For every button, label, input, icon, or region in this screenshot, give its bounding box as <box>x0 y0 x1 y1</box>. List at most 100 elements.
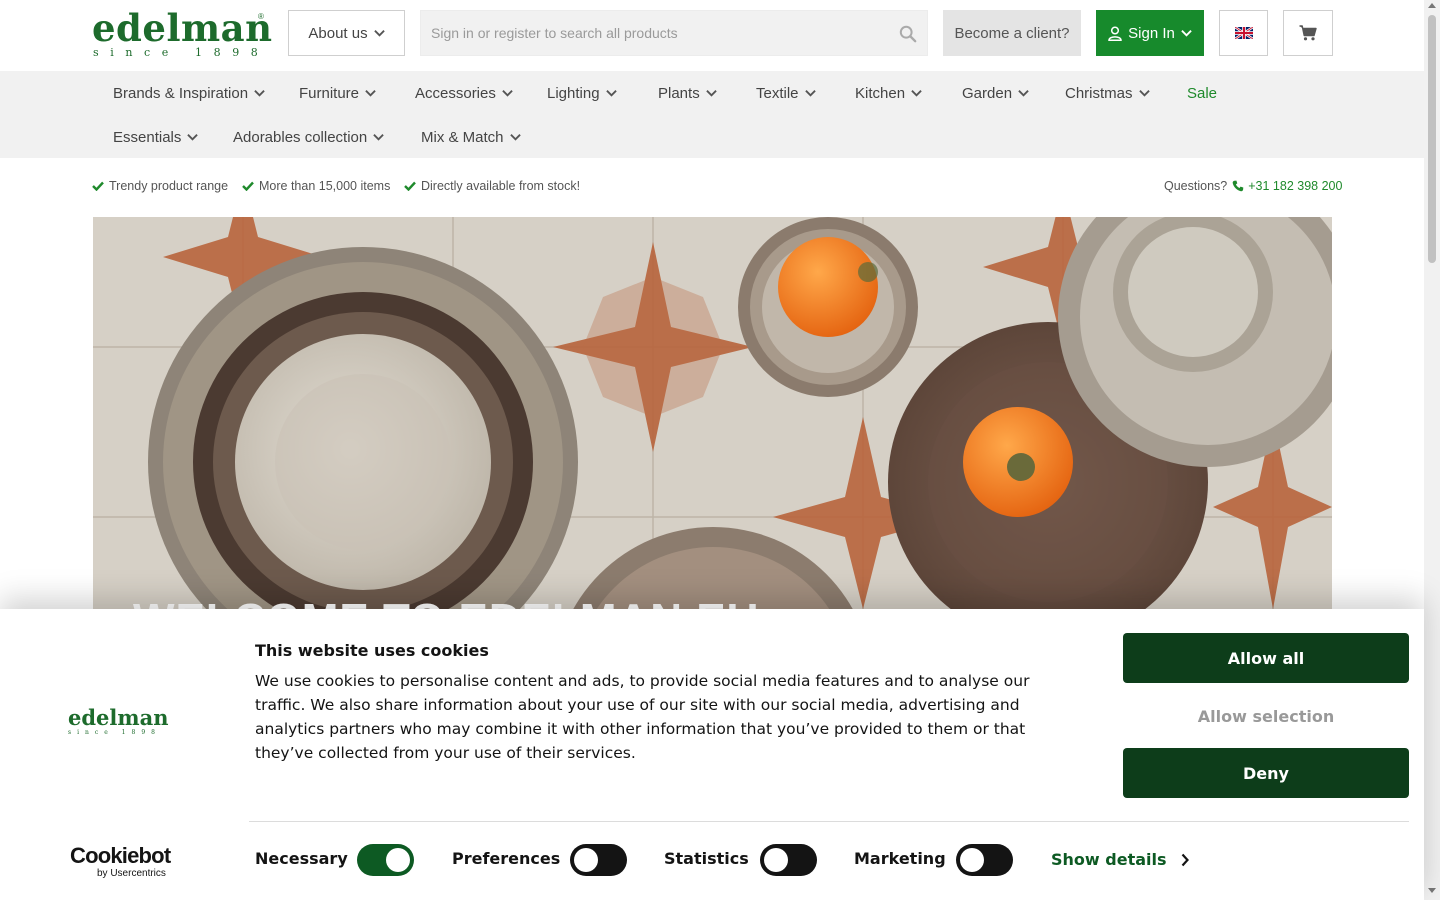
chevron-down-icon <box>509 134 521 141</box>
chevron-down-icon <box>705 90 717 97</box>
deny-button[interactable]: Deny <box>1123 748 1409 798</box>
toggle-knob <box>764 848 788 872</box>
usp-label: More than 15,000 items <box>259 179 391 193</box>
cart-icon <box>1299 25 1317 41</box>
search-icon[interactable] <box>899 25 917 43</box>
scroll-down-arrow-icon[interactable] <box>1428 888 1436 893</box>
chevron-down-icon <box>605 90 617 97</box>
preferences-toggle[interactable] <box>570 844 627 876</box>
cookie-logo-wordmark: edelman <box>68 705 169 730</box>
hero-banner[interactable]: WELCOME TO EDELMAN.EU <box>93 217 1332 609</box>
logo-since: since 1898 <box>93 46 270 59</box>
nav-item-label: Essentials <box>113 128 182 146</box>
sign-in-label: Sign In <box>1128 24 1175 42</box>
hero-title: WELCOME TO EDELMAN.EU <box>133 595 759 609</box>
language-button[interactable] <box>1219 10 1268 56</box>
allow-all-button[interactable]: Allow all <box>1123 633 1409 683</box>
cookie-title: This website uses cookies <box>255 641 489 660</box>
usp-item: Trendy product range <box>92 179 228 193</box>
statistics-label: Statistics <box>664 849 749 868</box>
allow-selection-button[interactable]: Allow selection <box>1123 691 1409 741</box>
page-scrollbar[interactable] <box>1424 0 1440 900</box>
cookie-banner: edelman since 1898 This website uses coo… <box>0 609 1424 900</box>
scrollbar-thumb[interactable] <box>1428 15 1436 263</box>
nav-item-label: Textile <box>756 84 799 102</box>
contact-info: Questions? +31 182 398 200 <box>1164 179 1342 193</box>
chevron-down-icon <box>365 90 376 97</box>
sign-in-button[interactable]: Sign In <box>1096 10 1204 56</box>
cart-button[interactable] <box>1283 10 1333 56</box>
show-details-label: Show details <box>1051 850 1167 869</box>
phone-link[interactable]: +31 182 398 200 <box>1232 179 1342 193</box>
nav-item-label: Kitchen <box>855 84 906 102</box>
nav-item-plants[interactable]: Plants <box>658 82 717 104</box>
toggle-knob <box>574 848 598 872</box>
usp-item: More than 15,000 items <box>242 179 390 193</box>
nav-item-sale[interactable]: Sale <box>1187 82 1217 104</box>
become-client-button[interactable]: Become a client? <box>943 10 1081 56</box>
chevron-down-icon <box>1181 30 1192 37</box>
about-us-label: About us <box>308 24 368 42</box>
chevron-down-icon <box>373 134 384 141</box>
user-icon <box>1108 25 1122 41</box>
statistics-toggle[interactable] <box>760 844 817 876</box>
nav-item-accessories[interactable]: Accessories <box>415 82 513 104</box>
phone-icon <box>1232 180 1244 192</box>
nav-item-label: Furniture <box>299 84 360 102</box>
check-icon <box>404 181 416 191</box>
cookie-banner-logo: edelman since 1898 <box>68 706 178 742</box>
cookie-description: We use cookies to personalise content an… <box>255 672 1030 762</box>
nav-item-label: Mix & Match <box>421 128 504 146</box>
chevron-right-icon <box>1181 853 1189 866</box>
chevron-down-icon <box>1018 90 1029 97</box>
nav-item-label: Christmas <box>1065 84 1133 102</box>
nav-item-essentials[interactable]: Essentials <box>113 126 199 148</box>
cookiebot-logo[interactable]: Cookiebot by Usercentrics <box>70 843 180 880</box>
hero-image <box>93 217 1332 609</box>
nav-item-furniture[interactable]: Furniture <box>299 82 376 104</box>
logo-wordmark: edelman <box>92 6 273 50</box>
chevron-down-icon <box>187 134 199 141</box>
logo-registered-mark: ® <box>258 12 264 21</box>
nav-item-lighting[interactable]: Lighting <box>547 82 617 104</box>
show-details-link[interactable]: Show details <box>1051 850 1189 869</box>
phone-number: +31 182 398 200 <box>1248 179 1343 193</box>
chevron-down-icon <box>911 90 922 97</box>
marketing-toggle[interactable] <box>956 844 1013 876</box>
usp-item: Directly available from stock! <box>404 179 580 193</box>
uk-flag-icon <box>1234 27 1253 39</box>
necessary-label: Necessary <box>255 849 348 868</box>
check-icon <box>242 181 254 191</box>
nav-item-textile[interactable]: Textile <box>756 82 816 104</box>
nav-item-kitchen[interactable]: Kitchen <box>855 82 922 104</box>
necessary-toggle[interactable] <box>357 844 414 876</box>
nav-item-label: Accessories <box>415 84 496 102</box>
cookie-divider <box>249 821 1409 822</box>
nav-item-mix-match[interactable]: Mix & Match <box>421 126 521 148</box>
nav-item-garden[interactable]: Garden <box>962 82 1029 104</box>
questions-label: Questions? <box>1164 179 1228 193</box>
nav-item-label: Adorables collection <box>233 128 368 146</box>
search-bar[interactable] <box>420 10 928 56</box>
usp-label: Trendy product range <box>109 179 229 193</box>
nav-item-adorables-collection[interactable]: Adorables collection <box>233 126 384 148</box>
check-icon <box>92 181 104 191</box>
toggle-knob <box>960 848 984 872</box>
scroll-up-arrow-icon[interactable] <box>1428 3 1436 8</box>
nav-item-label: Plants <box>658 84 700 102</box>
cookiebot-subtitle: by Usercentrics <box>97 868 166 879</box>
about-us-button[interactable]: About us <box>288 10 405 56</box>
preferences-label: Preferences <box>452 849 561 868</box>
nav-item-label: Garden <box>962 84 1013 102</box>
nav-item-christmas[interactable]: Christmas <box>1065 82 1150 104</box>
nav-item-brands-inspiration[interactable]: Brands & Inspiration <box>113 82 265 104</box>
cookiebot-wordmark: Cookiebot <box>70 843 171 868</box>
edelman-logo[interactable]: edelman ® since 1898 <box>92 6 273 59</box>
site-header: edelman ® since 1898 About us Become a c… <box>0 0 1424 71</box>
nav-item-label: Sale <box>1187 84 1218 102</box>
usp-label: Directly available from stock! <box>421 179 581 193</box>
search-input[interactable] <box>421 25 881 41</box>
chevron-down-icon <box>373 30 385 37</box>
toggle-knob <box>386 848 410 872</box>
nav-item-label: Brands & Inspiration <box>113 84 249 102</box>
